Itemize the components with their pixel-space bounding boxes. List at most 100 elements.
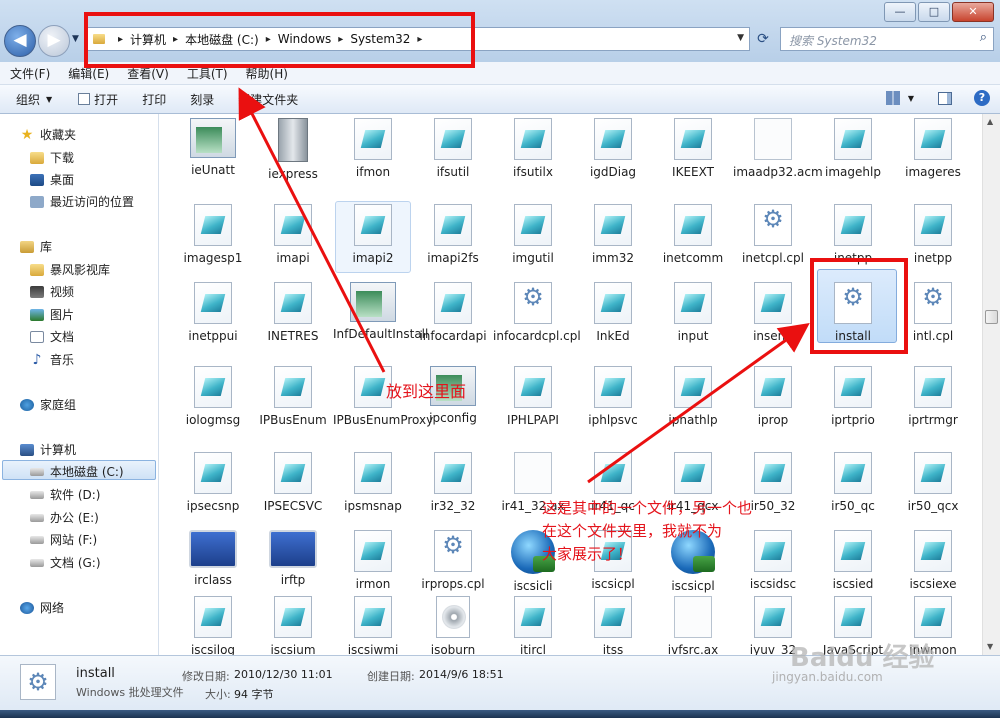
file-item[interactable]: iprtrmgr [893, 366, 973, 429]
file-item[interactable]: input [653, 282, 733, 345]
close-button[interactable]: ✕ [952, 2, 994, 22]
print-button[interactable]: 打印 [142, 91, 166, 108]
address-dropdown-icon[interactable]: ▼ [737, 33, 744, 43]
file-item[interactable]: imagesp1 [173, 204, 253, 267]
organize-button[interactable]: 组织 ▼ [16, 91, 52, 108]
file-item[interactable]: irclass [173, 530, 253, 589]
file-item[interactable]: iscsiexe [893, 530, 973, 593]
file-item[interactable]: imm32 [573, 204, 653, 267]
nav-desktop[interactable]: 桌面 [30, 171, 74, 188]
file-item[interactable]: iscsidsc [733, 530, 813, 593]
file-item[interactable]: InkEd [573, 282, 653, 345]
file-item[interactable]: ipsecsnp [173, 452, 253, 515]
refresh-icon[interactable]: ⟳ [752, 29, 774, 49]
file-item[interactable]: ifsutil [413, 118, 493, 181]
file-item[interactable]: isoburn [413, 596, 493, 655]
nav-libraries[interactable]: 库 [20, 238, 52, 255]
file-item[interactable]: iprop [733, 366, 813, 429]
file-item[interactable]: ifsutilx [493, 118, 573, 181]
file-item[interactable]: imapi2fs [413, 204, 493, 267]
file-item[interactable]: irprops.cpl [413, 530, 493, 593]
nav-documents[interactable]: 文档 [30, 328, 74, 345]
open-button[interactable]: 打开 [78, 91, 118, 108]
file-item[interactable]: irmon [333, 530, 413, 593]
file-item[interactable]: inetcomm [653, 204, 733, 267]
file-item[interactable]: iscsiwmi [333, 596, 413, 655]
file-item[interactable]: iologmsg [173, 366, 253, 429]
scroll-thumb[interactable] [985, 310, 998, 324]
file-item[interactable]: inseng [733, 282, 813, 345]
file-item[interactable]: InfDefaultInstall [333, 282, 428, 343]
view-dropdown-icon[interactable]: ▼ [908, 94, 914, 103]
nav-drive-c[interactable]: 本地磁盘 (C:) [30, 463, 124, 480]
scroll-up-icon[interactable]: ▲ [987, 117, 993, 126]
file-name: inetppui [188, 329, 238, 343]
nav-drive-f[interactable]: 网站 (F:) [30, 531, 97, 548]
search-input[interactable]: 搜索 System32 ⌕ [780, 27, 994, 51]
recent-pages-dropdown[interactable]: ▼ [72, 34, 79, 44]
file-item[interactable]: ieUnatt [173, 118, 253, 179]
nav-videos[interactable]: 视频 [30, 283, 74, 300]
nav-music[interactable]: ♪ 音乐 [30, 351, 74, 368]
file-item[interactable]: imapi [253, 204, 333, 267]
file-item[interactable]: inetcpl.cpl [733, 204, 813, 267]
back-button[interactable]: ◀ [4, 25, 36, 57]
file-item[interactable]: imageres [893, 118, 973, 181]
file-item[interactable]: iprtprio [813, 366, 893, 429]
file-item[interactable]: IPHLPAPI [493, 366, 573, 429]
file-item[interactable]: ifmon [333, 118, 413, 181]
nav-favorites[interactable]: ★ 收藏夹 [20, 126, 76, 143]
help-icon[interactable]: ? [974, 90, 990, 106]
file-item[interactable]: INETRES [253, 282, 333, 345]
modified-label: 修改日期: [182, 670, 230, 683]
nav-recent[interactable]: 最近访问的位置 [30, 193, 134, 210]
file-item[interactable]: iexpress [253, 118, 333, 183]
search-icon[interactable]: ⌕ [980, 30, 987, 45]
file-item[interactable]: ipsmsnap [333, 452, 413, 515]
file-item[interactable]: irftp [253, 530, 333, 589]
nav-drive-e[interactable]: 办公 (E:) [30, 509, 99, 526]
nav-computer[interactable]: 计算机 [20, 441, 76, 458]
file-item[interactable]: imagehlp [813, 118, 893, 181]
file-item[interactable]: ivfsrc.ax [653, 596, 733, 655]
nav-storm[interactable]: 暴风影视库 [30, 261, 110, 278]
change-view-icon[interactable] [885, 91, 900, 105]
file-item[interactable]: imaadp32.acm [733, 118, 823, 181]
nav-drive-g[interactable]: 文档 (G:) [30, 554, 101, 571]
maximize-button[interactable]: □ [918, 2, 950, 22]
scroll-down-icon[interactable]: ▼ [987, 642, 993, 651]
minimize-button[interactable]: — [884, 2, 916, 22]
forward-button[interactable]: ▶ [38, 25, 70, 57]
file-item[interactable]: inetppui [173, 282, 253, 345]
nav-network[interactable]: 网络 [20, 599, 64, 616]
nav-pictures[interactable]: 图片 [30, 306, 74, 323]
file-item[interactable]: iscsied [813, 530, 893, 593]
vertical-scrollbar[interactable]: ▲ ▼ [982, 114, 1000, 655]
file-item[interactable]: itircl [493, 596, 573, 655]
nav-drive-d[interactable]: 软件 (D:) [30, 486, 100, 503]
file-item[interactable]: iscsium [253, 596, 333, 655]
file-item[interactable]: imgutil [493, 204, 573, 267]
file-item[interactable]: iscsilog [173, 596, 253, 655]
sys-icon [354, 596, 392, 638]
file-item[interactable]: ir50_qc [813, 452, 893, 515]
menu-file[interactable]: 文件(F) [10, 65, 50, 82]
file-item[interactable]: iphlpsvc [573, 366, 653, 429]
file-item[interactable]: ir32_32 [413, 452, 493, 515]
file-item[interactable]: IPSECSVC [253, 452, 333, 515]
file-item[interactable]: infocardapi [413, 282, 493, 345]
file-item[interactable]: igdDiag [573, 118, 653, 181]
file-item[interactable]: ir50_qcx [893, 452, 973, 515]
file-item[interactable]: ipnathlp [653, 366, 733, 429]
file-item[interactable]: IPBusEnum [253, 366, 333, 429]
file-item[interactable]: imapi2 [333, 204, 413, 267]
nav-downloads[interactable]: 下载 [30, 149, 74, 166]
new-folder-button[interactable]: 新建文件夹 [238, 91, 298, 108]
nav-homegroup[interactable]: 家庭组 [20, 396, 76, 413]
file-item[interactable]: itss [573, 596, 653, 655]
preview-pane-icon[interactable] [938, 91, 952, 105]
sys-icon [914, 452, 952, 494]
file-item[interactable]: IKEEXT [653, 118, 733, 181]
burn-button[interactable]: 刻录 [190, 91, 214, 108]
file-item[interactable]: infocardcpl.cpl [493, 282, 581, 345]
